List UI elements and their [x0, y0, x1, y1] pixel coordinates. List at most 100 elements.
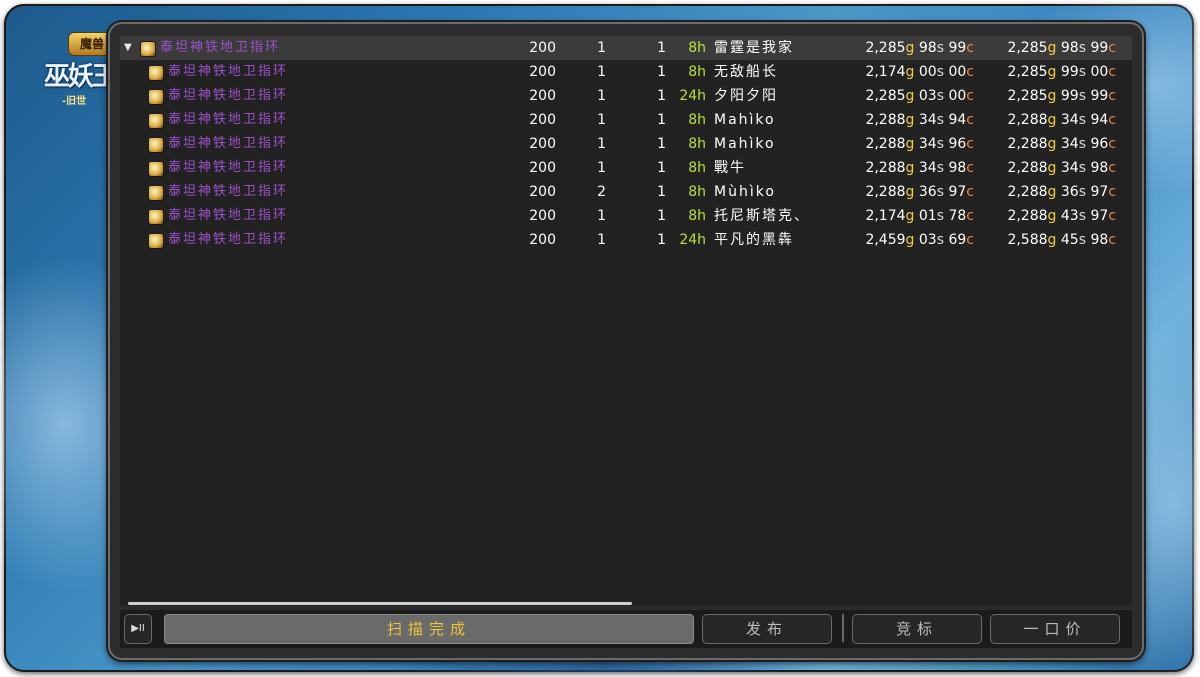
buyout-price: 2,588g 45s 98c: [992, 228, 1116, 252]
silver-amount: 03: [918, 88, 937, 104]
item-name: 泰坦神铁地卫指环: [168, 64, 289, 79]
gold-unit: g: [1047, 88, 1057, 104]
copper-amount: 00: [1090, 64, 1109, 80]
divider: [842, 614, 844, 642]
stack-size: 1: [597, 208, 606, 224]
table-row[interactable]: 泰坦神铁地卫指环 200 1 1 8h 戰牛 2,288g 34s 98c 2,288g 34…: [120, 156, 1132, 180]
gold-amount: 2,174: [865, 64, 906, 80]
gold-unit: g: [905, 88, 915, 104]
copper-amount: 98: [948, 160, 967, 176]
gold-unit: g: [905, 232, 915, 248]
silver-amount: 34: [1060, 160, 1079, 176]
ring-icon: [148, 209, 164, 225]
ring-icon: [140, 41, 156, 57]
bid-price: 2,174g 00s 00c: [844, 60, 974, 84]
game-window: 魔兽 巫妖王 -旧世 ▼ 泰坦神铁地卫指环 200 1 1 8h 雷霆是我家 2,285g 9…: [4, 4, 1194, 672]
copper-unit: c: [966, 232, 974, 248]
gold-amount: 2,288: [1007, 112, 1048, 128]
silver-amount: 03: [918, 232, 937, 248]
silver-unit: s: [1078, 184, 1087, 200]
copper-amount: 96: [1090, 136, 1109, 152]
seller-name: 平凡的黑犇: [714, 232, 794, 248]
gold-amount: 2,285: [1007, 88, 1048, 104]
item-name: 泰坦神铁地卫指环: [168, 208, 289, 223]
silver-unit: s: [1078, 208, 1087, 224]
silver-amount: 36: [918, 184, 937, 200]
seller-name: 托尼斯塔克、: [714, 208, 810, 224]
table-row-group-header[interactable]: ▼ 泰坦神铁地卫指环 200 1 1 8h 雷霆是我家 2,285g 98s 99c 2,285…: [120, 36, 1132, 60]
auction-count: 1: [657, 184, 666, 200]
stack-size: 1: [597, 112, 606, 128]
seller-name: 戰牛: [714, 160, 746, 176]
buyout-price: 2,285g 98s 99c: [992, 36, 1116, 60]
table-row[interactable]: 泰坦神铁地卫指环 200 1 1 8h Mahìko 2,288g 34s 96c 2,288…: [120, 132, 1132, 156]
gold-amount: 2,174: [865, 208, 906, 224]
bid-price: 2,459g 03s 69c: [844, 228, 974, 252]
copper-amount: 99: [1090, 40, 1109, 56]
copper-unit: c: [1108, 64, 1116, 80]
item-level: 200: [529, 64, 556, 80]
table-row[interactable]: 泰坦神铁地卫指环 200 2 1 8h Mùhìko 2,288g 36s 97c 2,288…: [120, 180, 1132, 204]
gold-amount: 2,459: [865, 232, 906, 248]
table-row[interactable]: 泰坦神铁地卫指环 200 1 1 24h 平凡的黑犇 2,459g 03s 69c 2,588…: [120, 228, 1132, 252]
gold-unit: g: [905, 40, 915, 56]
copper-unit: c: [1108, 136, 1116, 152]
time-left: 8h: [688, 112, 706, 128]
item-name: 泰坦神铁地卫指环: [168, 184, 289, 199]
item-name: 泰坦神铁地卫指环: [168, 160, 289, 175]
auction-count: 1: [657, 208, 666, 224]
auction-count: 1: [657, 112, 666, 128]
silver-unit: s: [936, 88, 945, 104]
copper-unit: c: [1108, 184, 1116, 200]
buyout-button[interactable]: 一口价: [990, 614, 1120, 644]
expand-triangle-icon[interactable]: ▼: [124, 36, 132, 60]
seller-name: Mùhìko: [714, 184, 776, 200]
copper-unit: c: [966, 88, 974, 104]
gold-amount: 2,288: [865, 112, 906, 128]
gold-unit: g: [905, 136, 915, 152]
gold-amount: 2,288: [1007, 160, 1048, 176]
gold-unit: g: [905, 64, 915, 80]
play-pause-icon: ▶II: [131, 623, 145, 634]
item-level: 200: [529, 112, 556, 128]
table-row[interactable]: 泰坦神铁地卫指环 200 1 1 8h 无敌船长 2,174g 00s 00c 2,285g …: [120, 60, 1132, 84]
table-row[interactable]: 泰坦神铁地卫指环 200 1 1 8h Mahìko 2,288g 34s 94c 2,288…: [120, 108, 1132, 132]
gold-amount: 2,285: [865, 40, 906, 56]
gold-unit: g: [1047, 160, 1057, 176]
silver-unit: s: [1078, 232, 1087, 248]
copper-unit: c: [1108, 88, 1116, 104]
gold-amount: 2,288: [865, 136, 906, 152]
post-button[interactable]: 发布: [702, 614, 832, 644]
auction-panel: ▼ 泰坦神铁地卫指环 200 1 1 8h 雷霆是我家 2,285g 98s 99c 2,285…: [108, 22, 1144, 660]
silver-unit: s: [1078, 136, 1087, 152]
silver-unit: s: [936, 136, 945, 152]
ring-icon: [148, 233, 164, 249]
bid-price: 2,285g 98s 99c: [844, 36, 974, 60]
ring-icon: [148, 137, 164, 153]
silver-unit: s: [1078, 64, 1087, 80]
copper-unit: c: [1108, 40, 1116, 56]
time-left: 8h: [688, 136, 706, 152]
ring-icon: [148, 65, 164, 81]
table-row[interactable]: 泰坦神铁地卫指环 200 1 1 8h 托尼斯塔克、 2,174g 01s 78c 2,288…: [120, 204, 1132, 228]
bid-button[interactable]: 竞标: [852, 614, 982, 644]
seller-name: Mahìko: [714, 136, 776, 152]
table-row[interactable]: 泰坦神铁地卫指环 200 1 1 24h 夕阳夕阳 2,285g 03s 00c 2,285g…: [120, 84, 1132, 108]
gold-amount: 2,285: [1007, 40, 1048, 56]
silver-amount: 34: [918, 160, 937, 176]
time-left: 8h: [688, 160, 706, 176]
gold-amount: 2,288: [1007, 136, 1048, 152]
horizontal-scrollbar[interactable]: [128, 602, 632, 605]
auction-count: 1: [657, 88, 666, 104]
stack-size: 1: [597, 40, 606, 56]
copper-amount: 99: [1090, 88, 1109, 104]
silver-amount: 34: [918, 112, 937, 128]
play-pause-button[interactable]: ▶II: [124, 614, 152, 644]
silver-amount: 36: [1060, 184, 1079, 200]
auction-count: 1: [657, 40, 666, 56]
auction-results-table: ▼ 泰坦神铁地卫指环 200 1 1 8h 雷霆是我家 2,285g 98s 99c 2,285…: [120, 36, 1132, 606]
silver-amount: 45: [1060, 232, 1079, 248]
silver-unit: s: [936, 184, 945, 200]
silver-unit: s: [936, 160, 945, 176]
silver-amount: 01: [918, 208, 937, 224]
